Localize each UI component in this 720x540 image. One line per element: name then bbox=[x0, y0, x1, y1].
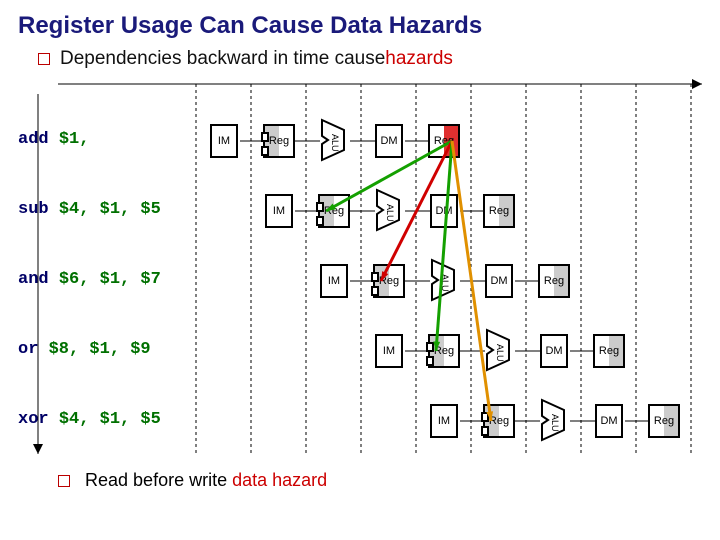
reg-read-box: Reg bbox=[483, 404, 515, 438]
slide-title: Register Usage Can Cause Data Hazards bbox=[18, 12, 702, 40]
instruction-label: add $1, bbox=[18, 130, 89, 149]
bullet-icon bbox=[58, 475, 70, 487]
dm-box: DM bbox=[430, 194, 458, 228]
instruction-label: sub $4, $1, $5 bbox=[18, 200, 161, 219]
bullet-icon bbox=[38, 53, 50, 65]
reg-write-box: Reg bbox=[648, 404, 680, 438]
pipeline-diagram: ALU ALU ALU ALU ALU add $1, IM Reg DM Reg sub … bbox=[18, 74, 702, 464]
im-box: IM bbox=[320, 264, 348, 298]
svg-text:ALU: ALU bbox=[440, 274, 450, 292]
footer-red: data hazard bbox=[232, 470, 327, 490]
bullet-hazard: Read before write data hazard bbox=[18, 470, 702, 491]
dm-box: DM bbox=[375, 124, 403, 158]
dm-box: DM bbox=[595, 404, 623, 438]
footer-text: Read before write bbox=[85, 470, 232, 490]
bullet-text: Dependencies backward in time cause bbox=[60, 48, 385, 70]
reg-write-box: Reg bbox=[538, 264, 570, 298]
im-box: IM bbox=[375, 334, 403, 368]
instruction-label: xor $4, $1, $5 bbox=[18, 410, 161, 429]
reg-write-box: Reg bbox=[593, 334, 625, 368]
bullet-dependencies: Dependencies backward in time cause haza… bbox=[18, 48, 702, 70]
reg-write-box: Reg bbox=[483, 194, 515, 228]
instruction-label: and $6, $1, $7 bbox=[18, 270, 161, 289]
im-box: IM bbox=[265, 194, 293, 228]
bullet-red: hazards bbox=[385, 48, 453, 70]
svg-text:ALU: ALU bbox=[385, 204, 395, 222]
svg-text:ALU: ALU bbox=[550, 414, 560, 432]
reg-read-box: Reg bbox=[373, 264, 405, 298]
im-box: IM bbox=[210, 124, 238, 158]
instruction-label: or $8, $1, $9 bbox=[18, 340, 151, 359]
dm-box: DM bbox=[485, 264, 513, 298]
reg-read-box: Reg bbox=[428, 334, 460, 368]
dm-box: DM bbox=[540, 334, 568, 368]
reg-read-box: Reg bbox=[318, 194, 350, 228]
reg-write-box: Reg bbox=[428, 124, 460, 158]
svg-text:ALU: ALU bbox=[495, 344, 505, 362]
svg-text:ALU: ALU bbox=[330, 134, 340, 152]
reg-read-box: Reg bbox=[263, 124, 295, 158]
im-box: IM bbox=[430, 404, 458, 438]
